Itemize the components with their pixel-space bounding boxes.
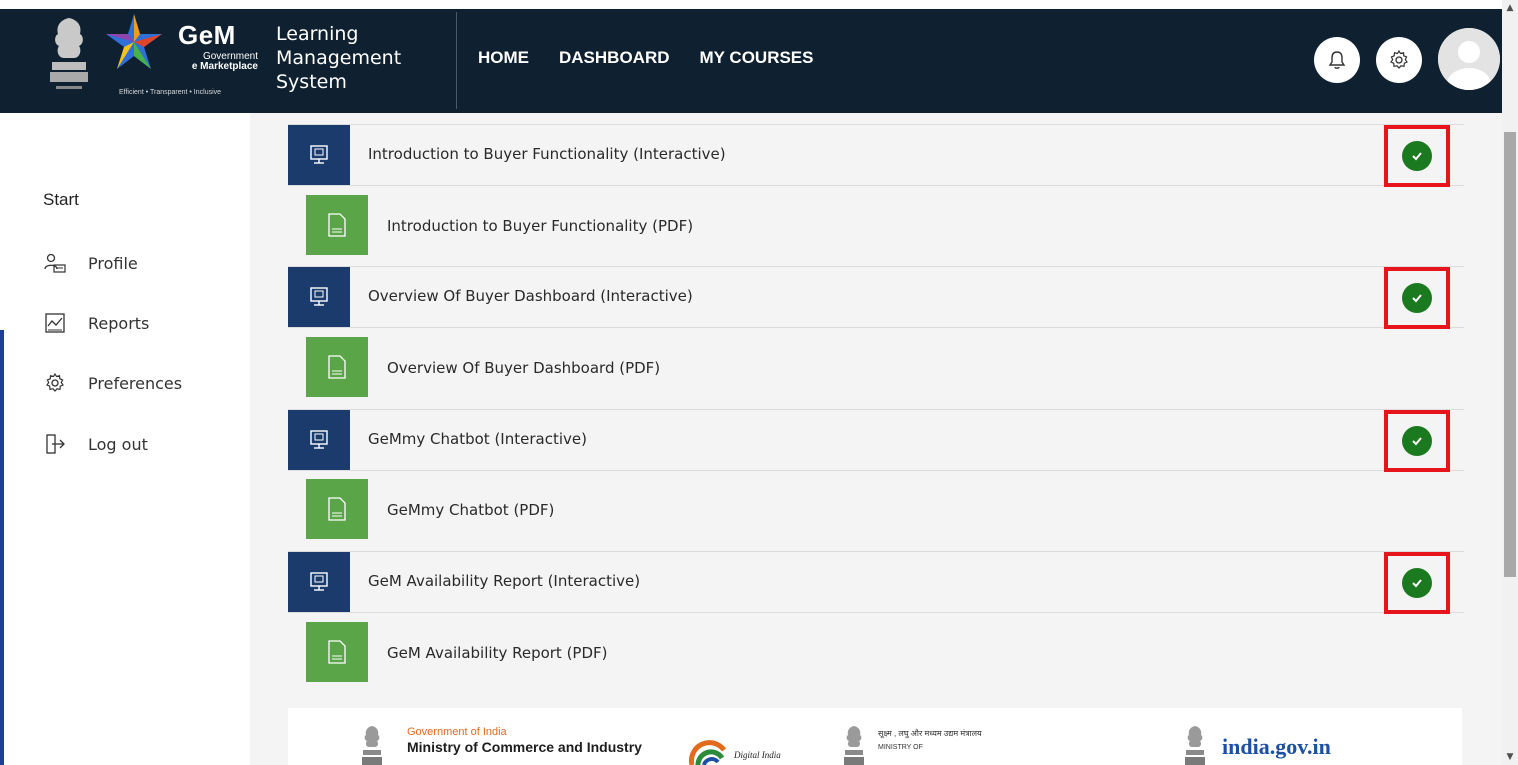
monitor-icon bbox=[310, 287, 328, 306]
national-emblem-icon bbox=[42, 14, 96, 94]
monitor-icon bbox=[310, 572, 328, 591]
interactive-module-row[interactable]: GeM Availability Report (Interactive) bbox=[288, 551, 1464, 614]
document-icon bbox=[328, 355, 346, 379]
notifications-button[interactable] bbox=[1314, 37, 1360, 83]
completion-status-highlight bbox=[1384, 552, 1450, 614]
gem-brand-name: GeM bbox=[178, 20, 236, 50]
gem-brand-sub: Government e Marketplace bbox=[178, 52, 258, 72]
course-content: Introduction to Buyer Functionality (Int… bbox=[250, 113, 1502, 765]
nav-dashboard[interactable]: DASHBOARD bbox=[559, 48, 670, 68]
top-header: GeM Government e Marketplace Efficient •… bbox=[0, 0, 1502, 113]
settings-button[interactable] bbox=[1376, 37, 1422, 83]
module-title[interactable]: Overview Of Buyer Dashboard (Interactive… bbox=[368, 287, 693, 305]
nav-home[interactable]: HOME bbox=[478, 48, 529, 68]
completed-check-icon bbox=[1402, 426, 1432, 456]
main-nav: HOME DASHBOARD MY COURSES bbox=[478, 48, 844, 68]
national-emblem-icon bbox=[362, 726, 382, 765]
scroll-down-arrow-icon[interactable]: ▼ bbox=[1502, 749, 1518, 765]
app-root: GeM Government e Marketplace Efficient •… bbox=[0, 0, 1518, 765]
pdf-module-title[interactable]: Introduction to Buyer Functionality (PDF… bbox=[387, 217, 693, 235]
sidebar-item-label: Log out bbox=[88, 434, 148, 454]
partner-logos-strip: Government of India Ministry of Commerce… bbox=[288, 708, 1462, 765]
completed-check-icon bbox=[1402, 283, 1432, 313]
interactive-module-row[interactable]: Introduction to Buyer Functionality (Int… bbox=[288, 124, 1464, 187]
footer-digital-india-label: Digital India bbox=[734, 750, 781, 760]
interactive-module-icon bbox=[288, 552, 350, 612]
bell-icon bbox=[1328, 51, 1346, 69]
national-emblem-icon bbox=[1185, 726, 1205, 765]
gear-icon bbox=[1390, 49, 1408, 69]
reports-icon bbox=[42, 311, 68, 335]
completed-check-icon bbox=[1402, 141, 1432, 171]
module-title[interactable]: GeM Availability Report (Interactive) bbox=[368, 572, 640, 590]
completion-status-highlight bbox=[1384, 267, 1450, 329]
header-divider bbox=[456, 12, 457, 109]
interactive-module-icon bbox=[288, 267, 350, 327]
digital-india-logo-icon bbox=[688, 740, 727, 765]
footer-msme-hindi: सूक्ष्म , लघु और मध्यम उद्यम मंत्रालय bbox=[878, 729, 982, 738]
gem-logo-icon bbox=[106, 14, 162, 69]
nav-my-courses[interactable]: MY COURSES bbox=[700, 48, 814, 68]
sidebar-item-label: Reports bbox=[88, 313, 150, 333]
footer-india-gov-link[interactable]: india.gov.in bbox=[1222, 734, 1331, 760]
sidebar-item-logout[interactable]: Log out bbox=[42, 432, 148, 456]
sidebar-item-preferences[interactable]: Preferences bbox=[42, 371, 182, 395]
avatar-icon bbox=[1438, 28, 1500, 90]
app-title: Learning Management System bbox=[276, 23, 402, 93]
document-icon bbox=[328, 497, 346, 521]
pdf-module-icon bbox=[306, 337, 368, 397]
sidebar-start-label: Start bbox=[43, 190, 79, 209]
national-emblem-icon bbox=[844, 726, 864, 765]
scroll-up-arrow-icon[interactable]: ▲ bbox=[1502, 0, 1518, 16]
interactive-module-row[interactable]: GeMmy Chatbot (Interactive) bbox=[288, 409, 1464, 472]
page-scrollbar[interactable]: ▲ ▼ bbox=[1502, 0, 1518, 765]
sidebar-item-profile[interactable]: Profile bbox=[42, 251, 138, 275]
pdf-module-icon bbox=[306, 195, 368, 255]
footer-ministry-label: Ministry of Commerce and Industry bbox=[407, 739, 642, 755]
gem-sub-line2: e Marketplace bbox=[191, 61, 258, 72]
module-title[interactable]: Introduction to Buyer Functionality (Int… bbox=[368, 145, 726, 163]
sidebar-item-reports[interactable]: Reports bbox=[42, 311, 149, 335]
user-avatar[interactable] bbox=[1438, 28, 1500, 90]
header-top-strip bbox=[0, 0, 1502, 9]
profile-icon bbox=[42, 251, 68, 275]
document-icon bbox=[328, 213, 346, 237]
completed-check-icon bbox=[1402, 568, 1432, 598]
monitor-icon bbox=[310, 430, 328, 449]
gem-tagline: Efficient • Transparent • Inclusive bbox=[119, 89, 222, 96]
completion-status-highlight bbox=[1384, 125, 1450, 187]
document-icon bbox=[328, 640, 346, 664]
interactive-module-icon bbox=[288, 125, 350, 185]
pdf-module-icon bbox=[306, 479, 368, 539]
module-title[interactable]: GeMmy Chatbot (Interactive) bbox=[368, 430, 587, 448]
pdf-module-icon bbox=[306, 622, 368, 682]
sidebar-item-label: Preferences bbox=[88, 373, 183, 393]
footer-goi-label: Government of India bbox=[407, 726, 507, 738]
pdf-module-title[interactable]: GeM Availability Report (PDF) bbox=[387, 644, 608, 662]
logout-icon bbox=[42, 432, 68, 456]
pdf-module-title[interactable]: GeMmy Chatbot (PDF) bbox=[387, 501, 554, 519]
footer-msme-english: MINISTRY OF bbox=[878, 744, 923, 751]
monitor-icon bbox=[310, 145, 328, 164]
sidebar-edge-accent bbox=[0, 330, 4, 765]
scrollbar-thumb[interactable] bbox=[1504, 132, 1516, 577]
interactive-module-row[interactable]: Overview Of Buyer Dashboard (Interactive… bbox=[288, 266, 1464, 329]
gear-icon bbox=[42, 371, 68, 395]
sidebar-item-label: Profile bbox=[88, 253, 138, 273]
completion-status-highlight bbox=[1384, 410, 1450, 472]
pdf-module-title[interactable]: Overview Of Buyer Dashboard (PDF) bbox=[387, 359, 660, 377]
interactive-module-icon bbox=[288, 410, 350, 470]
